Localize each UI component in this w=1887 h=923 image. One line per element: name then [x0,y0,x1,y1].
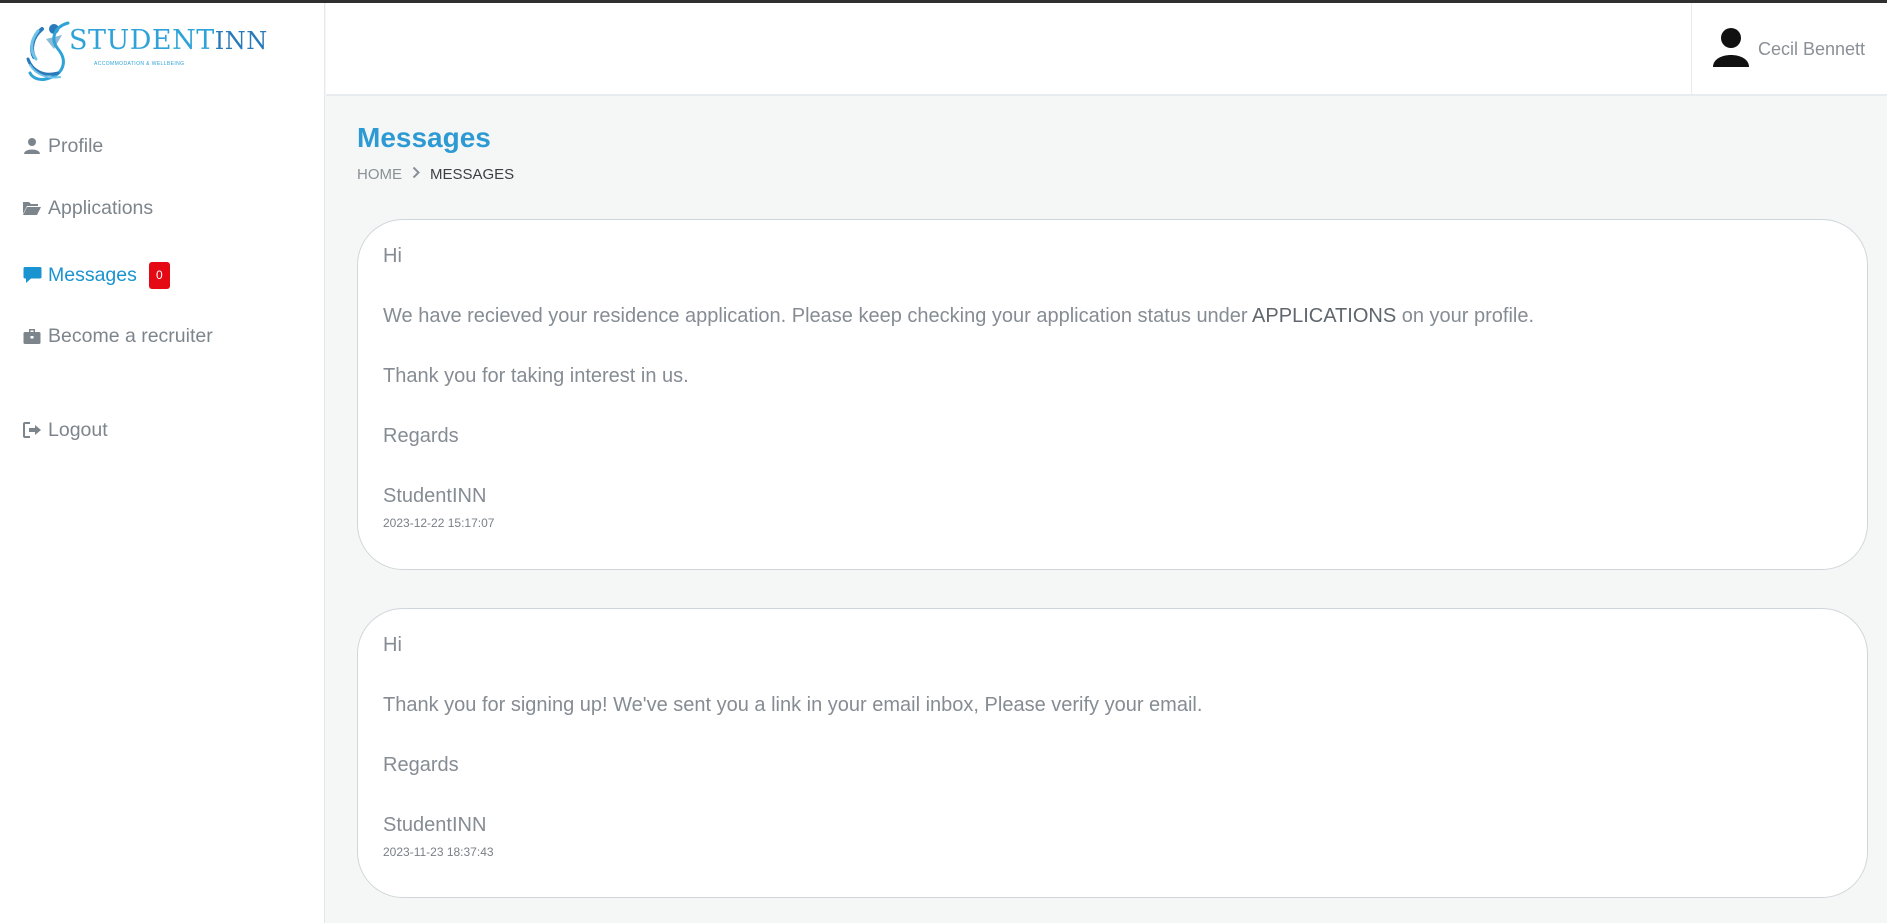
message-body: Thank you for signing up! We've sent you… [383,694,1203,716]
unread-count-badge: 0 [148,261,170,289]
sidebar-item-messages[interactable]: Messages 0 [22,260,170,290]
sidebar-item-label: Applications [48,196,154,219]
briefcase-icon [22,326,42,346]
page-title: Messages [357,122,491,153]
user-icon [22,136,42,156]
sidebar-item-profile[interactable]: Profile [22,131,103,161]
message-greeting: Hi [383,245,402,267]
comment-icon [22,265,42,285]
message-regards: Regards [383,425,459,447]
breadcrumb: HOME MESSAGES [357,166,514,183]
message-greeting: Hi [383,634,402,656]
studentinn-logo[interactable]: STUDENTINN ACCOMMODATION & WELLBEING [24,19,267,85]
sidebar: STUDENTINN ACCOMMODATION & WELLBEING Pro… [0,3,325,923]
logo-tagline: ACCOMMODATION & WELLBEING [94,61,185,67]
logo-wordmark: STUDENTINN [69,25,268,56]
message-signature: StudentINN [383,814,487,836]
chevron-right-icon [412,166,420,183]
sidebar-item-label: Profile [48,134,104,157]
message-line: Thank you for taking interest in us. [383,365,689,387]
message-body: We have recieved your residence applicat… [383,305,1535,327]
top-header: Cecil Bennett [326,3,1887,96]
message-date: 2023-12-22 15:17:07 [383,516,495,530]
sidebar-item-applications[interactable]: Applications [22,193,153,223]
message-signature: StudentINN [383,485,487,507]
sidebar-item-logout[interactable]: Logout [22,415,108,445]
user-name: Cecil Bennett [1758,39,1866,59]
sidebar-item-label: Become a recruiter [48,324,213,347]
sidebar-item-label: Logout [48,418,108,441]
user-menu[interactable]: Cecil Bennett [1691,3,1887,96]
message-regards: Regards [383,754,459,776]
message-card: Hi We have recieved your residence appli… [357,219,1868,570]
message-card: Hi Thank you for signing up! We've sent … [357,608,1868,898]
sidebar-item-become-recruiter[interactable]: Become a recruiter [22,321,213,351]
breadcrumb-current: MESSAGES [430,166,515,183]
sign-out-icon [22,420,42,440]
avatar-icon [1712,27,1750,72]
breadcrumb-home[interactable]: HOME [357,166,402,183]
message-date: 2023-11-23 18:37:43 [383,845,494,859]
sidebar-item-label: Messages [48,263,137,286]
folder-open-icon [22,198,42,218]
